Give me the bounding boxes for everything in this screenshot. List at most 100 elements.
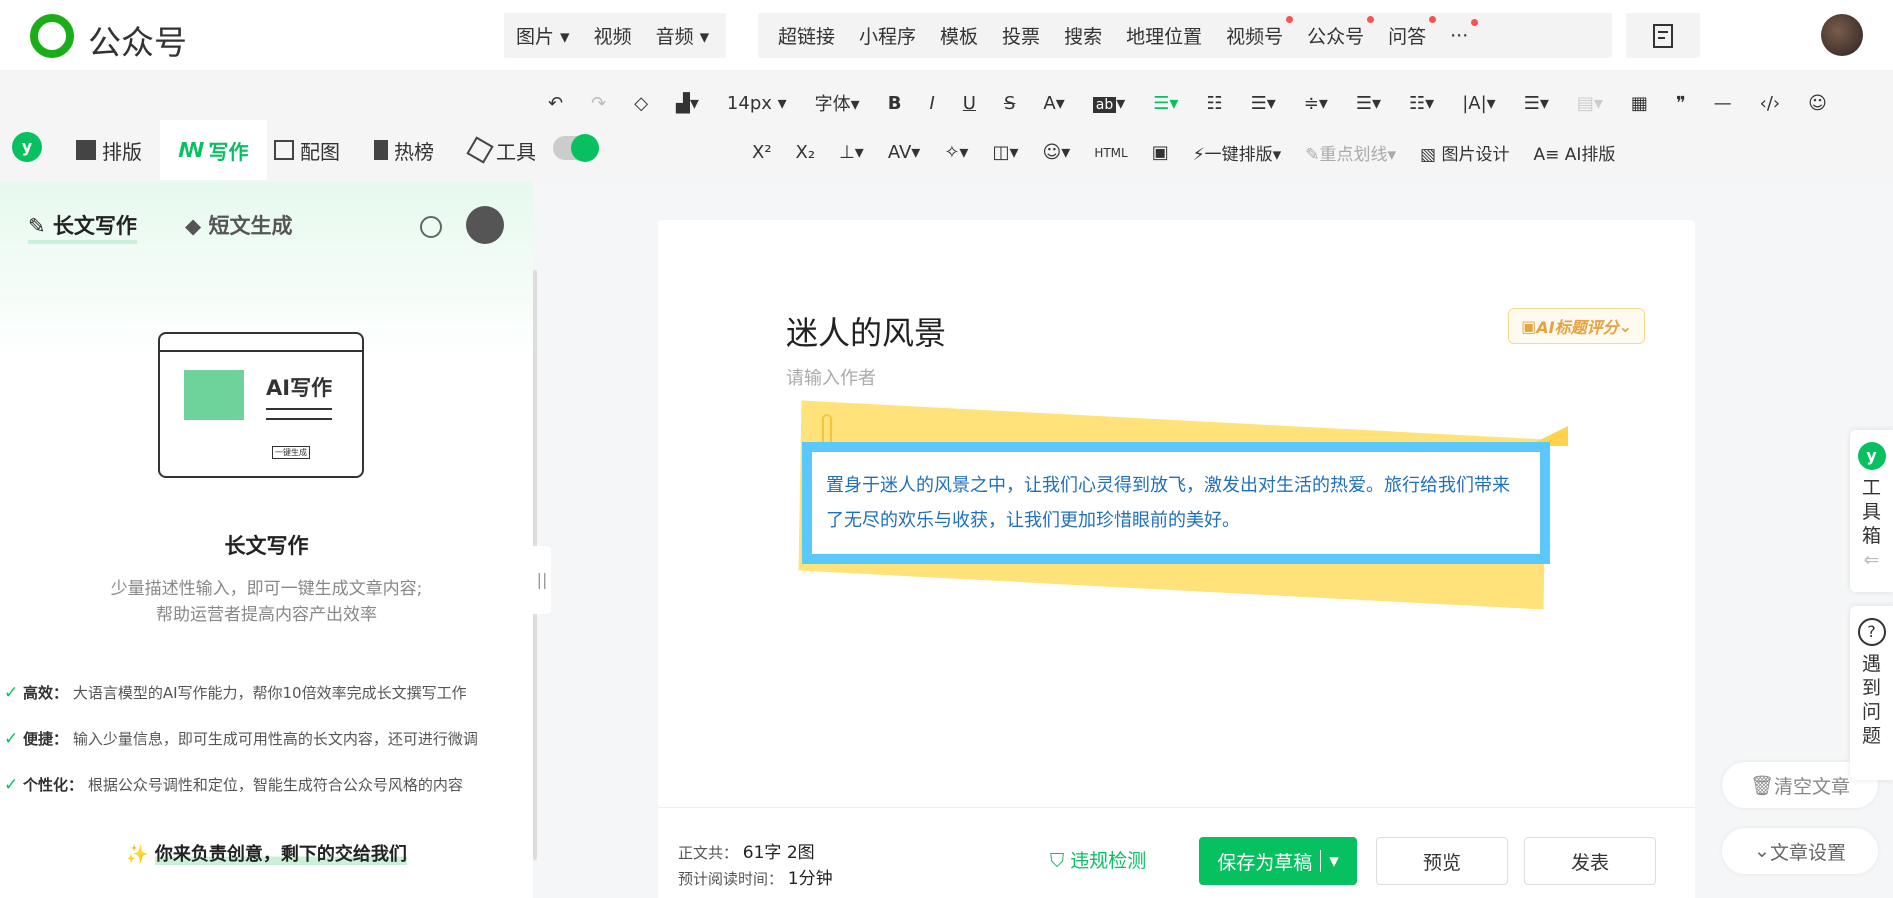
publish-button[interactable]: 发表 — [1524, 837, 1656, 885]
align-icon[interactable]: ☰▾ — [1153, 93, 1178, 114]
quote-icon[interactable]: ❞ — [1676, 93, 1686, 114]
nav-more[interactable]: ··· — [1438, 18, 1480, 47]
nav-official-account[interactable]: 公众号 — [1295, 16, 1376, 49]
sidebar-collapse-handle[interactable]: || — [533, 546, 551, 614]
undo-icon[interactable]: ↶ — [548, 93, 563, 114]
compliance-check-button[interactable]: ⛉ 违规检测 — [1050, 846, 1146, 873]
nav-channels[interactable]: 视频号 — [1214, 16, 1295, 49]
save-draft-button[interactable]: 保存为草稿 ▾ — [1199, 837, 1357, 885]
nav-video[interactable]: 视频 — [582, 22, 644, 49]
dropdown-caret-icon[interactable]: ▾ — [1320, 850, 1339, 872]
nav-audio[interactable]: 音频 ▾ — [644, 22, 722, 49]
wechat-logo-icon — [30, 14, 74, 58]
tab-short-article[interactable]: ◆ 短文生成 — [185, 210, 292, 240]
article-title[interactable]: 迷人的风景 — [786, 308, 946, 354]
font-size-select[interactable]: 14px ▾ — [727, 93, 787, 114]
line-spacing-icon[interactable]: ≑▾ — [1304, 93, 1328, 114]
code-icon[interactable]: ‹/› — [1760, 93, 1780, 114]
nav-template[interactable]: 模板 — [928, 22, 990, 49]
letter-spacing-icon[interactable]: ☰▾ — [1356, 93, 1381, 114]
badge-dot — [1286, 16, 1294, 23]
toolbox-label: 工 — [1861, 477, 1881, 499]
redo-icon[interactable]: ↷ — [591, 93, 606, 114]
subscript-icon[interactable]: X₂ — [796, 142, 816, 163]
ai-title-score-button[interactable]: ▣ AI标题评分 ⌄ — [1508, 308, 1645, 344]
text-width-icon[interactable]: |A|▾ — [1462, 93, 1495, 114]
font-color-icon[interactable]: A▾ — [1043, 93, 1064, 114]
nav-location[interactable]: 地理位置 — [1114, 22, 1214, 49]
sidebar-desc-2: 帮助运营者提高内容产出效率 — [156, 605, 377, 625]
quote-card: 置身于迷人的风景之中，让我们心灵得到放飞，激发出对生活的热爱。旅行给我们带来了无… — [802, 442, 1550, 564]
doc-export-button[interactable] — [1626, 13, 1700, 58]
user-avatar-icon[interactable] — [466, 206, 504, 244]
tab-image[interactable]: 配图 — [270, 120, 344, 180]
divider-icon[interactable]: — — [1714, 93, 1732, 114]
numbered-list-icon[interactable]: ▤▾ — [1577, 93, 1603, 114]
format-painter-icon[interactable]: ▟▾ — [676, 93, 699, 114]
illustration-button: 一键生成 — [272, 446, 310, 459]
font-family-select[interactable]: 字体▾ — [815, 90, 860, 116]
emoji-icon[interactable]: ☺▾ — [1043, 142, 1071, 163]
table-icon[interactable]: ▦ — [1631, 93, 1648, 114]
bullet-list-icon[interactable]: ☰▾ — [1524, 93, 1549, 114]
list-indent-icon[interactable]: ☷▾ — [1409, 93, 1434, 114]
article-paragraph[interactable]: 置身于迷人的风景之中，让我们心灵得到放飞，激发出对生活的热爱。旅行给我们带来了无… — [812, 452, 1540, 554]
superscript-icon[interactable]: X² — [752, 142, 772, 163]
toolbox-icon[interactable]: ▣ — [1152, 142, 1169, 163]
indent-icon[interactable]: ☷ — [1206, 93, 1222, 114]
nav-hyperlink[interactable]: 超链接 — [766, 22, 847, 49]
plugin-toggle[interactable] — [553, 134, 599, 162]
underline-icon[interactable]: U — [963, 93, 976, 114]
paragraph-spacing-icon[interactable]: ☰▾ — [1251, 93, 1276, 114]
magic-wand-icon[interactable]: ✧▾ — [944, 142, 968, 163]
bold-icon[interactable]: B — [888, 93, 902, 114]
ai-writing-sidebar: ✎ 长文写作 ◆ 短文生成 AI写作 一键生成 长文写作 少量描述性输入，即可一… — [0, 182, 533, 898]
emoji-face-icon[interactable]: ☺ — [1808, 93, 1827, 114]
image-icon — [274, 140, 294, 160]
background-color-icon[interactable]: ab ▾ — [1092, 93, 1125, 114]
nav-search[interactable]: 搜索 — [1052, 22, 1114, 49]
nav-vote[interactable]: 投票 — [990, 22, 1052, 49]
bookmark-icon — [374, 140, 388, 160]
preview-button[interactable]: 预览 — [1376, 837, 1508, 885]
sidebar-desc-1: 少量描述性输入，即可一键生成文章内容; — [110, 579, 423, 599]
check-icon: ✓ — [4, 775, 19, 795]
footer-bar: 正文共： 61字 2图 预计阅读时间： 1分钟 ⛉ 违规检测 保存为草稿 ▾ 预览… — [658, 807, 1695, 898]
illustration-title: AI写作 — [266, 376, 333, 400]
feature-item: ✓ 个性化： 根据公众号调性和定位，智能生成符合公众号风格的内容 — [4, 775, 463, 795]
char-spacing-icon[interactable]: AV▾ — [888, 142, 921, 163]
highlight-button[interactable]: ✎重点划线▾ — [1305, 140, 1396, 165]
article-settings-button[interactable]: ⌄ 文章设置 — [1722, 828, 1878, 874]
help-label: 到 — [1861, 677, 1881, 699]
ai-layout-button[interactable]: A≡ AI排版 — [1533, 140, 1615, 165]
editor-canvas: 迷人的风景 请输入作者 ▣ AI标题评分 ⌄ 置身于迷人的风景之中，让我们心灵得… — [658, 220, 1695, 812]
html-icon[interactable]: HTML — [1094, 146, 1127, 160]
auto-layout-button[interactable]: ⚡一键排版▾ — [1193, 140, 1281, 165]
nav-image[interactable]: 图片 ▾ — [504, 22, 582, 49]
nav-miniprogram[interactable]: 小程序 — [847, 22, 928, 49]
tab-writing[interactable]: ꟿ 写作 — [160, 120, 267, 180]
strikethrough-icon[interactable]: S — [1004, 93, 1015, 114]
italic-icon[interactable]: I — [929, 93, 934, 114]
layout-icon — [76, 140, 96, 160]
tab-long-article[interactable]: ✎ 长文写作 — [28, 210, 137, 244]
tab-layout[interactable]: 排版 — [66, 120, 152, 180]
chart-icon[interactable]: ◫▾ — [992, 142, 1018, 163]
paragraph-format-icon[interactable]: ⊥▾ — [839, 142, 864, 163]
feature-item: ✓ 高效： 大语言模型的AI写作能力，帮你10倍效率完成长文撰写工作 — [4, 683, 467, 703]
eraser-icon[interactable]: ◇ — [634, 93, 648, 114]
tab-trending[interactable]: 热榜 — [370, 120, 438, 180]
history-icon[interactable] — [420, 216, 442, 238]
image-design-button[interactable]: ▧ 图片设计 — [1420, 140, 1509, 165]
toolbar-row-1: ↶ ↷ ◇ ▟▾ 14px ▾ 字体▾ B I U S A▾ ab ▾ ☰▾ ☷ … — [548, 90, 1827, 116]
nav-qa[interactable]: 问答 — [1376, 16, 1438, 49]
toolbox-panel-button[interactable]: y 工 具 箱 ⇐ — [1850, 430, 1893, 592]
sidebar-heading: 长文写作 — [224, 534, 309, 558]
badge-dot — [1429, 16, 1437, 23]
avatar[interactable] — [1821, 14, 1863, 56]
author-input[interactable]: 请输入作者 — [786, 364, 876, 390]
help-label: 问 — [1861, 701, 1881, 723]
tab-tools[interactable]: 工具 — [466, 120, 540, 180]
cube-icon — [466, 136, 494, 164]
help-panel-button[interactable]: ? 遇 到 问 题 — [1850, 606, 1893, 780]
